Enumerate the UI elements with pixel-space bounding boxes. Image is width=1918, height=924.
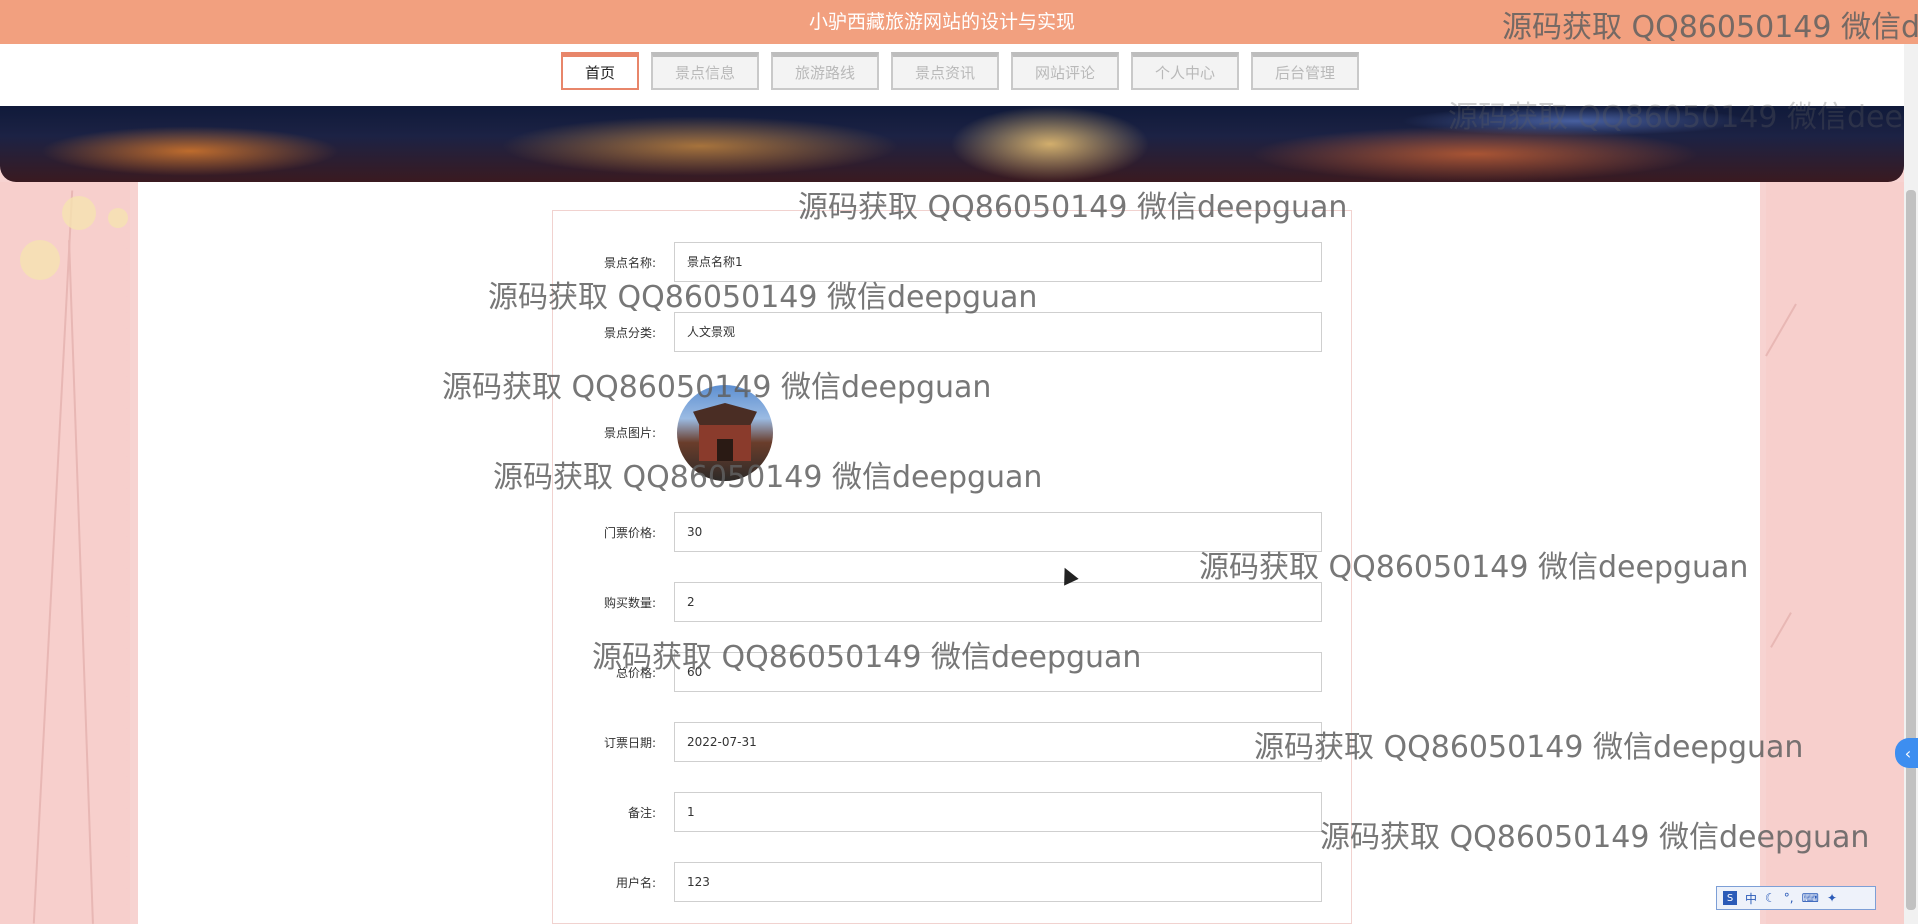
watermark-6: 源码获取 QQ86050149 微信deepguan	[592, 640, 1142, 675]
chevron-left-icon[interactable]: ‹	[1895, 738, 1918, 768]
settings-icon[interactable]: ✦	[1827, 891, 1837, 905]
watermark-7: 源码获取 QQ86050149 微信deepguan	[1254, 730, 1804, 765]
spot-category-field[interactable]: 人文景观	[674, 312, 1322, 352]
dots-icon[interactable]: °,	[1784, 891, 1794, 905]
watermark-3: 源码获取 QQ86050149 微信deepguan	[442, 370, 992, 405]
username-label: 用户名:	[615, 876, 656, 890]
ime-logo-icon: S	[1723, 891, 1737, 905]
ime-toolbar[interactable]: S 中 ☾ °, ⌨ ✦	[1716, 886, 1876, 910]
nav-item-spots[interactable]: 景点信息	[651, 52, 759, 90]
nav-item-comments[interactable]: 网站评论	[1011, 52, 1119, 90]
moon-icon[interactable]: ☾	[1765, 891, 1776, 905]
left-flower-dot-2	[62, 196, 96, 230]
scrollbar-thumb[interactable]	[1906, 190, 1916, 910]
left-flower-dot	[20, 240, 60, 280]
remarks-field[interactable]: 1	[674, 792, 1322, 832]
watermark-2: 源码获取 QQ86050149 微信deepguan	[488, 280, 1038, 315]
remarks-label: 备注:	[627, 806, 656, 820]
spot-image-label: 景点图片:	[603, 426, 656, 440]
quantity-field[interactable]: 2	[674, 582, 1322, 622]
nav-item-profile[interactable]: 个人中心	[1131, 52, 1239, 90]
watermark-8: 源码获取 QQ86050149 微信deepguan	[1320, 820, 1870, 855]
order-date-field[interactable]: 2022-07-31	[674, 722, 1322, 762]
main-nav: 首页 景点信息 旅游路线 景点资讯 网站评论 个人中心 后台管理	[561, 52, 1359, 90]
nav-item-home[interactable]: 首页	[561, 52, 639, 90]
username-field[interactable]: 123	[674, 862, 1322, 902]
ime-lang-label[interactable]: 中	[1745, 890, 1757, 907]
nav-item-news[interactable]: 景点资讯	[891, 52, 999, 90]
quantity-label: 购买数量:	[603, 596, 656, 610]
keyboard-icon[interactable]: ⌨	[1802, 891, 1819, 905]
left-scallop-border	[122, 182, 138, 924]
watermark-1: 源码获取 QQ86050149 微信deepguan	[798, 190, 1348, 225]
watermark-4: 源码获取 QQ86050149 微信deepguan	[493, 460, 1043, 495]
nav-item-admin[interactable]: 后台管理	[1251, 52, 1359, 90]
watermark-5: 源码获取 QQ86050149 微信deepguan	[1199, 550, 1749, 585]
spot-category-label: 景点分类:	[603, 326, 656, 340]
nav-item-routes[interactable]: 旅游路线	[771, 52, 879, 90]
ticket-price-label: 门票价格:	[603, 526, 656, 540]
order-date-label: 订票日期:	[603, 736, 656, 750]
left-flower-dot-3	[108, 208, 128, 228]
spot-name-label: 景点名称:	[603, 256, 656, 270]
watermark-top-right: 源码获取 QQ86050149 微信de	[1502, 10, 1918, 45]
watermark-banner: 源码获取 QQ86050149 微信deepguan	[1448, 100, 1918, 135]
